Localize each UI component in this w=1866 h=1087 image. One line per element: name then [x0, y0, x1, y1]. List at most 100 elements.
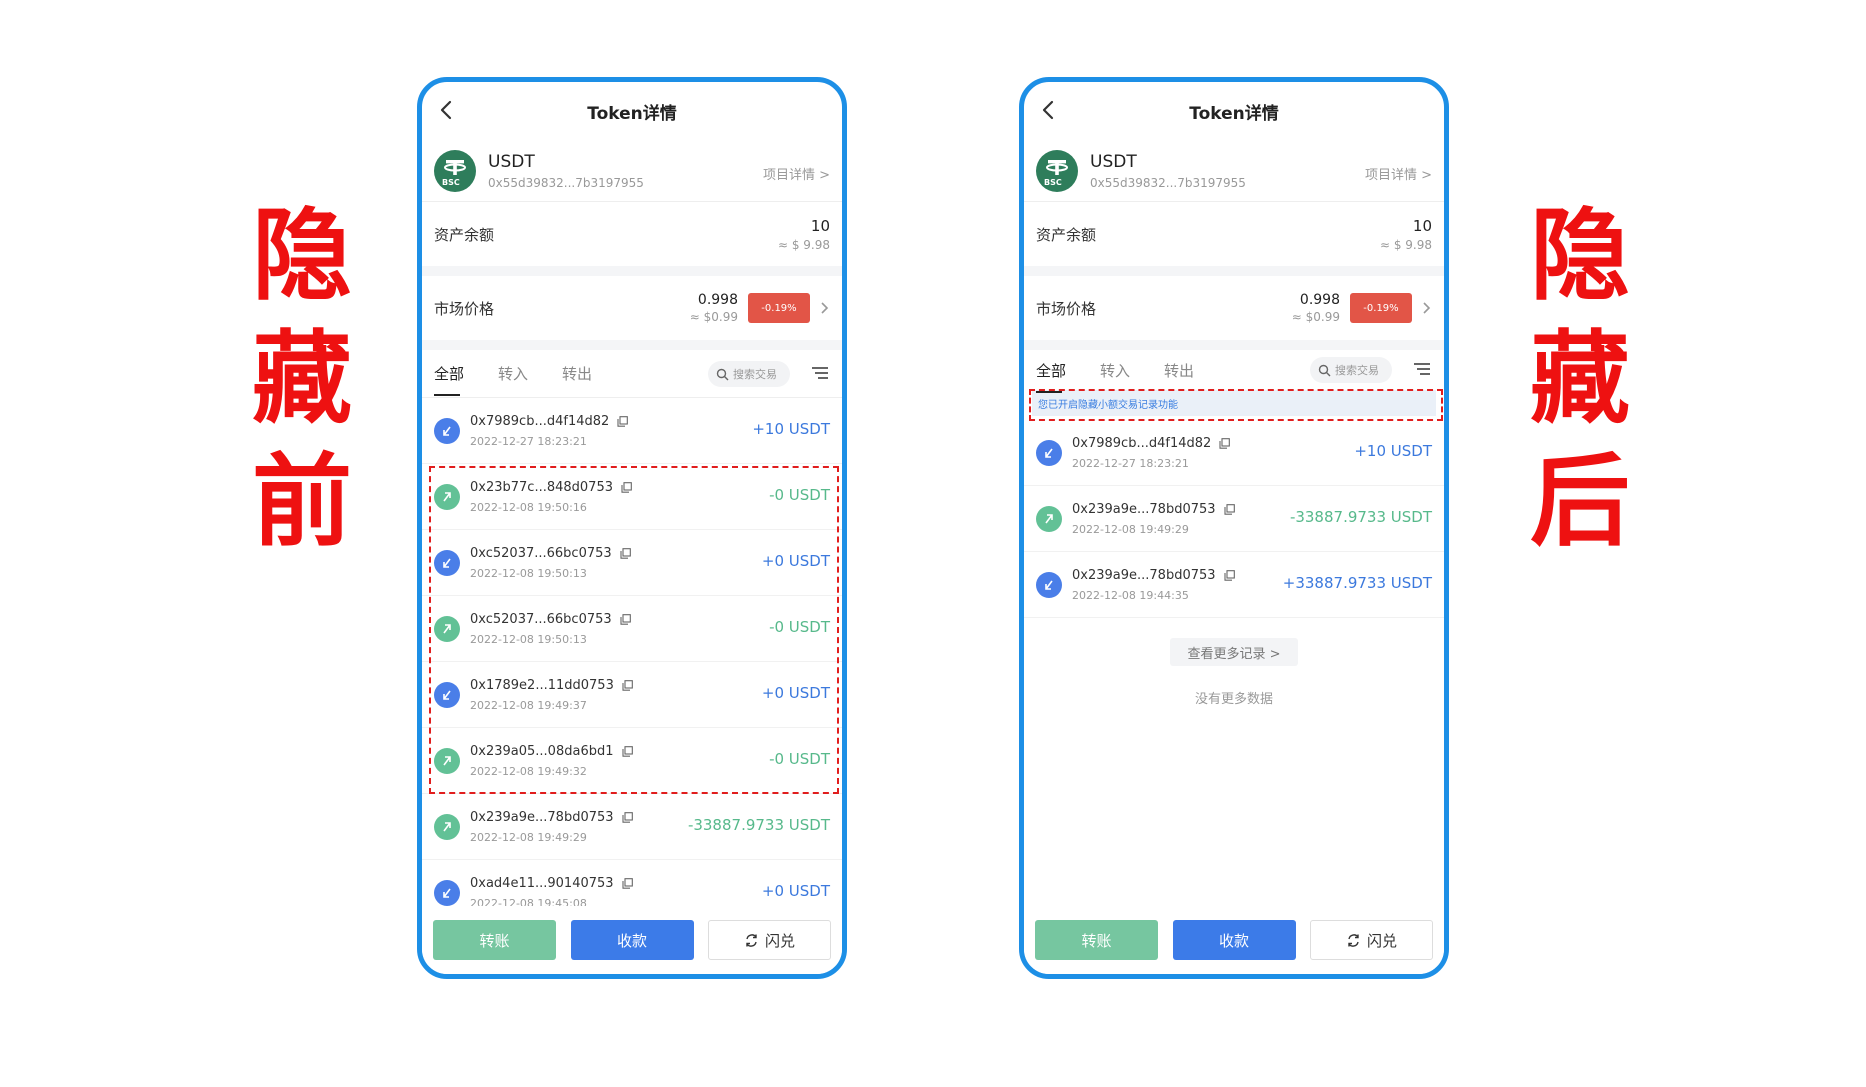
price-label: 市场价格 [434, 299, 495, 318]
balance-value: 10 [810, 216, 830, 235]
copy-icon[interactable] [1219, 437, 1231, 449]
tx-list: 0x7989cb...d4f14d82 2022-12-27 18:23:21 +… [1024, 420, 1444, 618]
incoming-tx-icon [1036, 439, 1062, 466]
tx-hash: 0x7989cb...d4f14d82 [470, 413, 610, 429]
tx-amount: +10 USDT [1354, 442, 1432, 460]
tx-amount: +33887.9733 USDT [1282, 574, 1432, 592]
receive-button[interactable]: 收款 [570, 920, 694, 960]
divider [1024, 340, 1444, 350]
filter-icon[interactable] [812, 366, 828, 380]
top-bar: Token详情 [1024, 82, 1444, 140]
tab-incoming[interactable]: 转入 [1100, 360, 1130, 381]
token-address: 0x55d39832...7b3197955 [488, 175, 644, 190]
tx-amount: +10 USDT [752, 420, 830, 438]
price-row[interactable]: 市场价格 0.998 ≈ $0.99 -0.19% [1024, 276, 1444, 340]
token-header: BSC USDT 0x55d39832...7b3197955 项目详情 > [1024, 140, 1444, 202]
filter-icon[interactable] [1414, 362, 1430, 376]
price-change-badge: -0.19% [748, 293, 810, 323]
tab-outgoing[interactable]: 转出 [562, 363, 592, 384]
phone-before: Token详情 BSC USDT 0x55d39832...7b3197955 … [417, 77, 847, 979]
page-title: Token详情 [587, 103, 677, 124]
tx-time: 2022-12-27 18:23:21 [1072, 456, 1189, 470]
action-bar: 转账 收款 闪兑 [422, 906, 842, 974]
tx-time: 2022-12-27 18:23:21 [470, 434, 587, 448]
transfer-button[interactable]: 转账 [433, 920, 556, 960]
search-input[interactable]: 搜索交易 [1310, 357, 1392, 383]
balance-label: 资产余额 [1036, 225, 1097, 244]
token-name: USDT [488, 151, 535, 172]
incoming-tx-icon [434, 417, 460, 444]
label-before-char: 前 [252, 443, 352, 560]
label-before-char: 藏 [252, 320, 352, 437]
balance-row: 资产余额 10 ≈ $ 9.98 [1024, 202, 1444, 266]
chevron-right-icon [821, 302, 829, 314]
project-details-link[interactable]: 项目详情 > [1365, 164, 1432, 183]
copy-icon[interactable] [622, 877, 633, 889]
tx-row[interactable]: 0x239a9e...78bd0753 2022-12-08 19:44:35 +… [1024, 552, 1444, 618]
tab-all[interactable]: 全部 [1036, 360, 1066, 393]
balance-row: 资产余额 10 ≈ $ 9.98 [422, 202, 842, 266]
price-row[interactable]: 市场价格 0.998 ≈ $0.99 -0.19% [422, 276, 842, 340]
copy-icon[interactable] [621, 811, 633, 823]
swap-label: 闪兑 [764, 931, 795, 950]
price-fiat: ≈ $0.99 [1291, 310, 1340, 324]
view-more-records-button[interactable]: 查看更多记录 > [1170, 638, 1298, 666]
tx-hash: 0xad4e11...90140753 [470, 875, 614, 891]
search-icon [1318, 364, 1331, 376]
transfer-button[interactable]: 转账 [1035, 920, 1158, 960]
tx-time: 2022-12-08 19:49:29 [1072, 522, 1189, 536]
token-address: 0x55d39832...7b3197955 [1090, 175, 1246, 190]
usdt-logo-icon: BSC [1036, 149, 1078, 192]
top-bar: Token详情 [422, 82, 842, 140]
search-placeholder: 搜索交易 [1335, 364, 1379, 377]
tab-all[interactable]: 全部 [434, 363, 464, 396]
chevron-right-icon [1423, 302, 1431, 314]
back-arrow-icon[interactable] [1038, 97, 1060, 123]
swap-button[interactable]: 闪兑 [1310, 920, 1433, 960]
tab-outgoing[interactable]: 转出 [1164, 360, 1194, 381]
token-header: BSC USDT 0x55d39832...7b3197955 项目详情 > [422, 140, 842, 202]
tx-hash: 0x239a9e...78bd0753 [1072, 501, 1216, 517]
incoming-tx-icon [434, 879, 460, 906]
outgoing-tx-icon [434, 813, 460, 840]
balance-fiat: ≈ $ 9.98 [1379, 237, 1432, 252]
no-more-data-text: 没有更多数据 [1194, 692, 1273, 707]
tab-incoming[interactable]: 转入 [498, 363, 528, 384]
divider [1024, 266, 1444, 276]
project-details-link[interactable]: 项目详情 > [763, 164, 830, 183]
tx-hash: 0x239a9e...78bd0753 [470, 809, 614, 825]
label-after: 隐 藏 后 [1515, 194, 1645, 563]
tx-hash: 0x7989cb...d4f14d82 [1072, 435, 1212, 451]
tx-time: 2022-12-08 19:49:29 [470, 830, 587, 844]
token-name: USDT [1090, 151, 1137, 172]
chain-badge: BSC [442, 177, 460, 187]
copy-icon[interactable] [617, 415, 629, 427]
label-after-char: 隐 [1530, 197, 1630, 314]
label-before-char: 隐 [252, 197, 352, 314]
tx-row[interactable]: 0x7989cb...d4f14d82 2022-12-27 18:23:21 +… [422, 398, 842, 464]
copy-icon[interactable] [1223, 503, 1235, 515]
divider [422, 266, 842, 276]
balance-value: 10 [1412, 216, 1432, 235]
back-arrow-icon[interactable] [436, 97, 458, 123]
tx-amount: -33887.9733 USDT [1289, 508, 1432, 526]
tx-row[interactable]: 0x239a9e...78bd0753 2022-12-08 19:49:29 -… [1024, 486, 1444, 552]
price-value: 0.998 [697, 292, 738, 308]
search-placeholder: 搜索交易 [733, 368, 777, 381]
receive-button[interactable]: 收款 [1172, 920, 1296, 960]
price-change-badge: -0.19% [1350, 293, 1412, 323]
balance-fiat: ≈ $ 9.98 [777, 237, 830, 252]
swap-button[interactable]: 闪兑 [708, 920, 831, 960]
small-tx-highlight [429, 466, 839, 794]
outgoing-tx-icon [1036, 505, 1062, 532]
search-input[interactable]: 搜索交易 [708, 361, 790, 387]
copy-icon[interactable] [1223, 569, 1235, 581]
swap-icon [1348, 933, 1359, 947]
tx-tabs: 全部 转入 转出 搜索交易 [422, 350, 842, 398]
search-icon [716, 368, 729, 380]
tx-row[interactable]: 0x239a9e...78bd0753 2022-12-08 19:49:29 -… [422, 794, 842, 860]
tx-row[interactable]: 0x7989cb...d4f14d82 2022-12-27 18:23:21 +… [1024, 420, 1444, 486]
tx-hash: 0x239a9e...78bd0753 [1072, 567, 1216, 583]
label-after-char: 藏 [1530, 320, 1630, 437]
tx-amount: -33887.9733 USDT [687, 816, 830, 834]
